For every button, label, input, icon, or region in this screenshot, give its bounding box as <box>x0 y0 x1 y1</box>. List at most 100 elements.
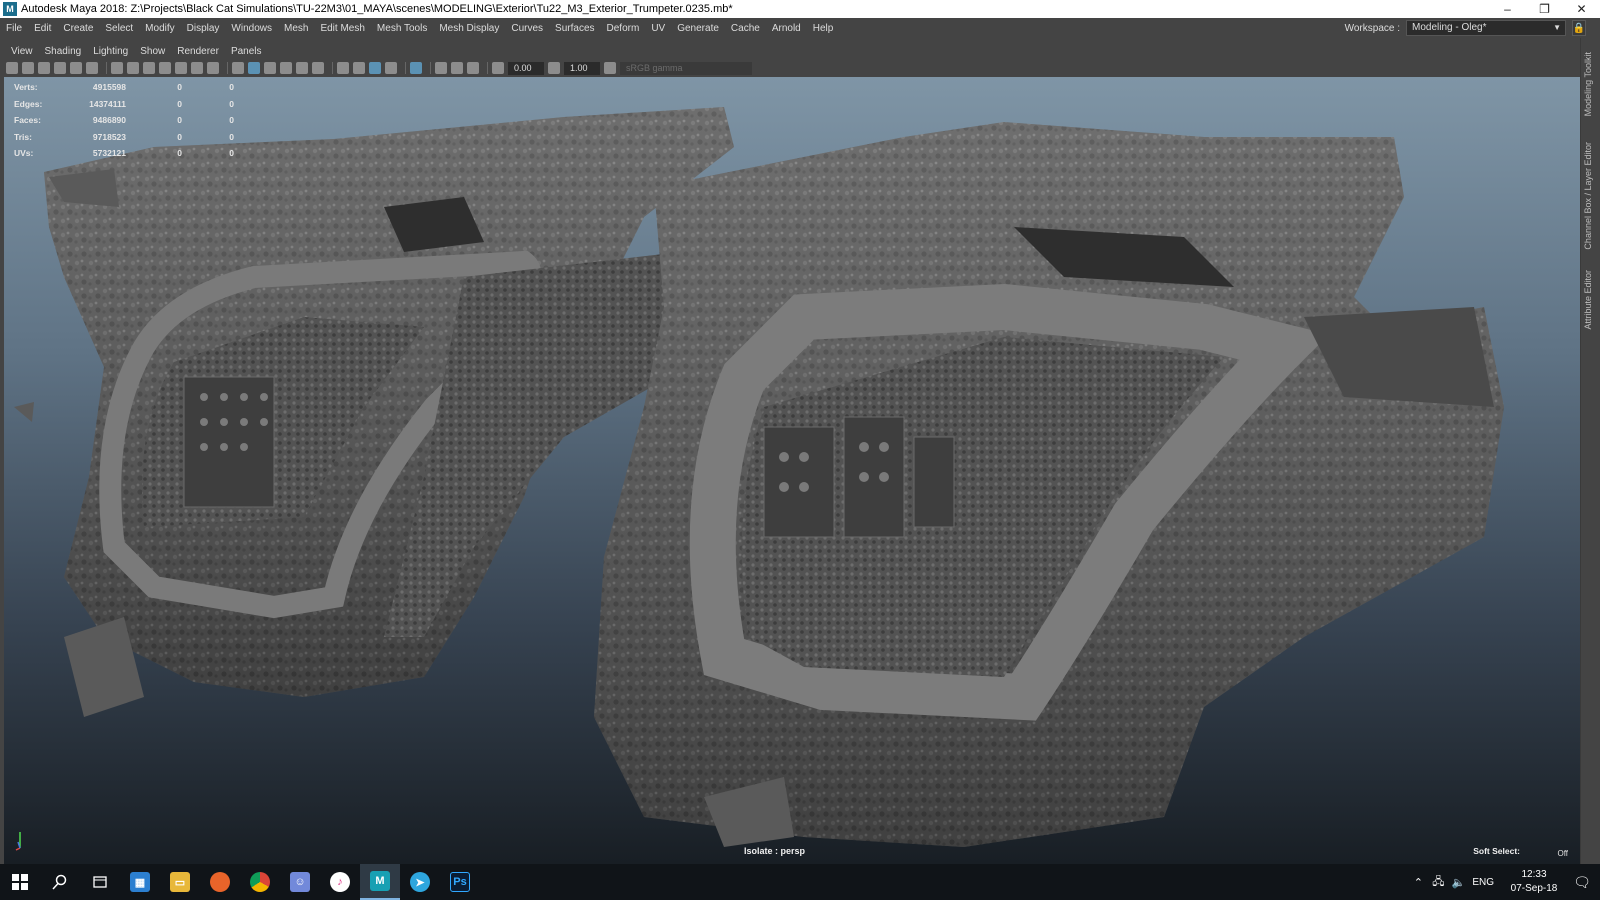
workspace-dropdown[interactable]: Modeling - Oleg* ▼ <box>1406 20 1566 36</box>
notification-center-icon[interactable]: 🗨 <box>1564 874 1600 891</box>
menu-arnold[interactable]: Arnold <box>766 23 807 34</box>
panel-menu-lighting[interactable]: Lighting <box>87 46 134 57</box>
exposure-icon[interactable] <box>492 62 504 74</box>
hud-component: 0 <box>229 115 234 126</box>
menu-mesh[interactable]: Mesh <box>278 23 314 34</box>
safe-action-icon[interactable] <box>191 62 203 74</box>
start-windows-icon[interactable] <box>0 864 40 900</box>
2d-pan-zoom-icon[interactable] <box>70 62 82 74</box>
search-icon[interactable] <box>40 864 80 900</box>
color-management-icon[interactable] <box>604 62 616 74</box>
tab-attribute-editor[interactable]: Attribute Editor <box>1583 270 1593 330</box>
music-icon: ♪ <box>330 872 350 892</box>
gamma-icon[interactable] <box>548 62 560 74</box>
menu-generate[interactable]: Generate <box>671 23 725 34</box>
field-chart-icon[interactable] <box>175 62 187 74</box>
volume-icon[interactable]: 🔈 <box>1448 876 1468 889</box>
taskbar-app-telegram[interactable]: ➤ <box>400 864 440 900</box>
camera-attributes-icon[interactable] <box>22 62 34 74</box>
menu-create[interactable]: Create <box>57 23 99 34</box>
xray-joints-icon[interactable] <box>467 62 479 74</box>
taskbar-app-chrome[interactable] <box>240 864 280 900</box>
menu-file[interactable]: File <box>0 23 28 34</box>
smooth-shade-icon[interactable] <box>248 62 260 74</box>
taskbar-app-photoshop[interactable]: Ps <box>440 864 480 900</box>
ambient-occlusion-icon[interactable] <box>337 62 349 74</box>
anti-aliasing-icon[interactable] <box>369 62 381 74</box>
menu-edit-mesh[interactable]: Edit Mesh <box>314 23 370 34</box>
menu-display[interactable]: Display <box>181 23 226 34</box>
resolution-gate-icon[interactable] <box>143 62 155 74</box>
safe-title-icon[interactable] <box>207 62 219 74</box>
network-icon[interactable]: 🖧 <box>1428 873 1448 892</box>
hud-value: 9718523 <box>92 131 126 142</box>
menu-help[interactable]: Help <box>807 23 840 34</box>
bookmarks-icon[interactable] <box>38 62 50 74</box>
discord-icon: ☺ <box>290 872 310 892</box>
firefox-icon <box>210 872 230 892</box>
panel-menu-shading[interactable]: Shading <box>39 46 88 57</box>
close-button[interactable]: ✕ <box>1563 0 1600 18</box>
wireframe-icon[interactable] <box>232 62 244 74</box>
grease-pencil-icon[interactable] <box>86 62 98 74</box>
taskbar-app-explorer[interactable]: ▦ <box>120 864 160 900</box>
xray-active-icon[interactable] <box>451 62 463 74</box>
taskbar-app-files[interactable]: ▭ <box>160 864 200 900</box>
perspective-viewport[interactable]: Verts: 4915598 0 0 Edges: 14374111 0 0 F… <box>4 77 1580 864</box>
hud-selected: 0 <box>177 98 182 109</box>
menu-curves[interactable]: Curves <box>505 23 549 34</box>
menu-deform[interactable]: Deform <box>601 23 646 34</box>
minimize-button[interactable]: – <box>1489 0 1526 18</box>
motion-blur-icon[interactable] <box>353 62 365 74</box>
toolbar-divider <box>106 62 107 74</box>
isolate-select-icon[interactable] <box>410 62 422 74</box>
gate-mask-icon[interactable] <box>159 62 171 74</box>
clock-time: 12:33 <box>1521 869 1547 880</box>
hud-label: UVs: <box>14 148 34 159</box>
wireframe-on-shaded-icon[interactable] <box>264 62 276 74</box>
menu-select[interactable]: Select <box>99 23 139 34</box>
tab-modeling-toolkit[interactable]: Modeling Toolkit <box>1583 52 1593 116</box>
menu-edit[interactable]: Edit <box>28 23 57 34</box>
taskbar-app-discord[interactable]: ☺ <box>280 864 320 900</box>
film-gate-icon[interactable] <box>127 62 139 74</box>
tab-channel-box[interactable]: Channel Box / Layer Editor <box>1583 142 1593 250</box>
menu-uv[interactable]: UV <box>645 23 671 34</box>
textured-icon[interactable] <box>280 62 292 74</box>
menu-mesh-tools[interactable]: Mesh Tools <box>371 23 433 34</box>
task-view-icon[interactable] <box>80 864 120 900</box>
restore-button[interactable]: ❐ <box>1526 0 1563 18</box>
grid-icon[interactable] <box>111 62 123 74</box>
panel-menu-renderer[interactable]: Renderer <box>171 46 225 57</box>
menu-windows[interactable]: Windows <box>225 23 278 34</box>
use-all-lights-icon[interactable] <box>296 62 308 74</box>
gamma-field[interactable]: 1.00 <box>564 61 600 75</box>
system-tray: ⌃ 🖧 🔈 ENG 12:33 07-Sep-18 🗨 <box>1408 864 1600 900</box>
menu-surfaces[interactable]: Surfaces <box>549 23 600 34</box>
taskbar-app-maya[interactable]: M <box>360 864 400 900</box>
panel-menu-panels[interactable]: Panels <box>225 46 268 57</box>
title-bar: M Autodesk Maya 2018: Z:\Projects\Black … <box>0 0 1600 18</box>
menu-cache[interactable]: Cache <box>725 23 766 34</box>
hud-row-faces: Faces: 9486890 0 0 <box>14 112 234 129</box>
shadows-icon[interactable] <box>312 62 324 74</box>
panel-menu-show[interactable]: Show <box>134 46 171 57</box>
menu-modify[interactable]: Modify <box>139 23 180 34</box>
xray-icon[interactable] <box>435 62 447 74</box>
hud-selected: 0 <box>177 115 182 126</box>
exposure-field[interactable]: 0.00 <box>508 61 544 75</box>
lock-icon[interactable]: 🔒 <box>1572 20 1586 36</box>
taskbar-app-firefox[interactable] <box>200 864 240 900</box>
view-transform-dropdown[interactable]: sRGB gamma <box>620 61 752 75</box>
menu-mesh-display[interactable]: Mesh Display <box>433 23 505 34</box>
image-plane-icon[interactable] <box>54 62 66 74</box>
depth-of-field-icon[interactable] <box>385 62 397 74</box>
language-indicator[interactable]: ENG <box>1472 877 1494 888</box>
camera-select-icon[interactable] <box>6 62 18 74</box>
panel-menu-view[interactable]: View <box>5 46 39 57</box>
taskbar-app-itunes[interactable]: ♪ <box>320 864 360 900</box>
clock[interactable]: 12:33 07-Sep-18 <box>1504 868 1564 896</box>
right-dock: Modeling Toolkit Channel Box / Layer Edi… <box>1580 38 1600 864</box>
chevron-up-icon[interactable]: ⌃ <box>1408 876 1428 889</box>
hud-value: 5732121 <box>92 148 126 159</box>
